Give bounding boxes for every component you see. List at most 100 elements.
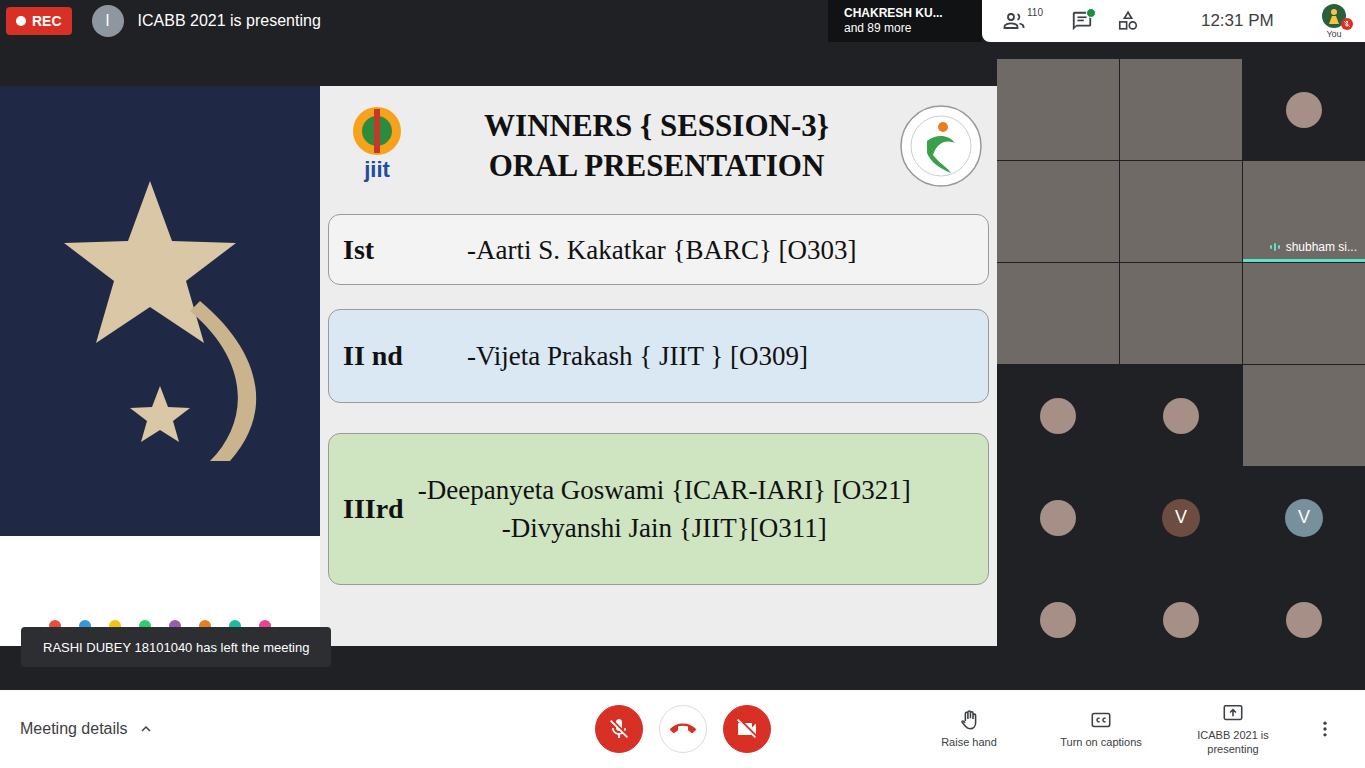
- captions-icon: [1090, 709, 1112, 731]
- bottom-bar: Meeting details Raise hand Turn on capti…: [0, 690, 1365, 768]
- winner-entry: -Aarti S. Kakatkar {BARC} [O303]: [467, 233, 857, 267]
- avatar-photo: [1286, 602, 1322, 638]
- call-controls: [595, 705, 771, 753]
- action-button[interactable]: Raise hand: [909, 709, 1029, 749]
- avatar-photo: [1163, 398, 1199, 434]
- presenter-text: ICABB 2021 is presenting: [138, 12, 321, 30]
- participant-tile[interactable]: [1120, 365, 1242, 466]
- meeting-details-button[interactable]: Meeting details: [20, 720, 595, 738]
- chevron-up-icon: [138, 721, 154, 737]
- recording-badge: REC: [6, 7, 72, 35]
- winner-place: Ist: [343, 234, 453, 266]
- left-meeting-toast: RASHI DUBEY 18101040 has left the meetin…: [21, 627, 331, 667]
- action-label: Turn on captions: [1060, 735, 1142, 749]
- mic-button[interactable]: [595, 705, 643, 753]
- people-icon: [1002, 9, 1026, 33]
- slide-titles: WINNERS { SESSION-3} ORAL PRESENTATION: [484, 106, 829, 186]
- self-view[interactable]: You: [1317, 4, 1351, 39]
- meeting-area: jiit WINNERS { SESSION-3} ORAL PRESENTAT…: [0, 42, 1365, 690]
- participant-tile[interactable]: [1120, 59, 1242, 160]
- avatar-letter: V: [1285, 499, 1323, 537]
- speaking-icon: [1270, 242, 1280, 252]
- avatar-photo: [1040, 398, 1076, 434]
- participant-tile[interactable]: shubham si...: [1243, 161, 1365, 262]
- action-button[interactable]: Turn on captions: [1041, 709, 1161, 749]
- meeting-details-label: Meeting details: [20, 720, 128, 738]
- participant-tile[interactable]: [1243, 569, 1365, 670]
- participant-name-text: shubham si...: [1286, 240, 1357, 254]
- slide-subtitle: ORAL PRESENTATION: [489, 146, 825, 186]
- leave-call-button[interactable]: [659, 705, 707, 753]
- winner-entry: -Vijeta Prakash { JIIT } [O309]: [467, 339, 808, 373]
- avatar-photo: [1040, 500, 1076, 536]
- top-bar: REC I ICABB 2021 is presenting CHAKRESH …: [0, 0, 1365, 42]
- mic-off-icon: [607, 717, 631, 741]
- meeting-actions: Raise hand Turn on captions ICABB 2021 i…: [771, 702, 1346, 756]
- action-button[interactable]: ICABB 2021 is presenting: [1173, 702, 1293, 756]
- participant-tile[interactable]: [997, 161, 1119, 262]
- participant-tile[interactable]: V: [1243, 467, 1365, 568]
- jiit-logo-icon: jiit: [334, 101, 420, 191]
- self-muted-badge: [1341, 18, 1353, 30]
- avatar-photo: [1040, 602, 1076, 638]
- slide-content: jiit WINNERS { SESSION-3} ORAL PRESENTAT…: [320, 86, 997, 646]
- participant-tile[interactable]: [997, 365, 1119, 466]
- slide-picture: [0, 86, 320, 646]
- top-right-panel: 110 12:31 PM You: [982, 0, 1365, 42]
- recording-label: REC: [32, 13, 62, 29]
- participant-tile[interactable]: [1243, 365, 1365, 466]
- winner-entries: -Vijeta Prakash { JIIT } [O309]: [467, 339, 808, 373]
- participants-preview[interactable]: CHAKRESH KU... and 89 more: [828, 0, 982, 42]
- unread-dot-icon: [1086, 8, 1096, 18]
- presentation-stage: jiit WINNERS { SESSION-3} ORAL PRESENTAT…: [0, 42, 997, 690]
- meet-window: REC I ICABB 2021 is presenting CHAKRESH …: [0, 0, 1365, 768]
- winner-entries: -Deepanyeta Goswami {ICAR-IARI} [O321]-D…: [418, 473, 911, 545]
- slide: jiit WINNERS { SESSION-3} ORAL PRESENTAT…: [0, 86, 997, 646]
- participant-tile[interactable]: V: [1120, 467, 1242, 568]
- hang-up-icon: [670, 716, 696, 742]
- participant-tile[interactable]: [997, 263, 1119, 364]
- more-vertical-icon: [1315, 719, 1335, 739]
- participant-tile[interactable]: [997, 59, 1119, 160]
- winner-place: II nd: [343, 340, 453, 372]
- activities-button[interactable]: [1117, 10, 1139, 32]
- participant-grid: shubham si... V V: [997, 42, 1365, 690]
- presenter-avatar: I: [92, 5, 124, 37]
- people-button[interactable]: 110: [1002, 9, 1043, 33]
- participant-tile[interactable]: [1243, 263, 1365, 364]
- svg-text:jiit: jiit: [363, 157, 390, 182]
- shapes-icon: [1117, 10, 1139, 32]
- conference-logo-icon: [893, 103, 989, 189]
- record-dot-icon: [16, 16, 26, 26]
- participant-tile[interactable]: [1120, 569, 1242, 670]
- avatar-photo: [1163, 602, 1199, 638]
- winner-place: IIIrd: [343, 493, 404, 525]
- preview-name: CHAKRESH KU...: [844, 6, 982, 21]
- winner-row: Ist -Aarti S. Kakatkar {BARC} [O303]: [328, 214, 989, 285]
- action-label: Raise hand: [941, 735, 997, 749]
- winner-row: IIIrd -Deepanyeta Goswami {ICAR-IARI} [O…: [328, 433, 989, 585]
- avatar-photo: [1286, 92, 1322, 128]
- participant-tile[interactable]: [997, 569, 1119, 670]
- mic-off-icon: [1343, 20, 1351, 28]
- people-count: 110: [1027, 7, 1043, 18]
- participant-name: shubham si...: [1270, 240, 1357, 254]
- chat-button[interactable]: [1071, 10, 1093, 32]
- participant-tile[interactable]: [1120, 161, 1242, 262]
- slide-header: jiit WINNERS { SESSION-3} ORAL PRESENTAT…: [328, 90, 989, 202]
- camera-off-icon: [735, 717, 759, 741]
- preview-more: and 89 more: [844, 21, 982, 36]
- slide-title: WINNERS { SESSION-3}: [484, 106, 829, 146]
- camera-button[interactable]: [723, 705, 771, 753]
- winner-entries: -Aarti S. Kakatkar {BARC} [O303]: [467, 233, 857, 267]
- self-label: You: [1326, 29, 1341, 39]
- raise-hand-icon: [958, 709, 980, 731]
- more-options-button[interactable]: [1305, 719, 1345, 739]
- participant-tile[interactable]: [1120, 263, 1242, 364]
- action-label: ICABB 2021 is presenting: [1191, 728, 1275, 756]
- star-icon: [40, 161, 280, 461]
- participant-tile[interactable]: [1243, 59, 1365, 160]
- clock: 12:31 PM: [1201, 11, 1274, 31]
- winner-entry: -Deepanyeta Goswami {ICAR-IARI} [O321]: [418, 473, 911, 507]
- participant-tile[interactable]: [997, 467, 1119, 568]
